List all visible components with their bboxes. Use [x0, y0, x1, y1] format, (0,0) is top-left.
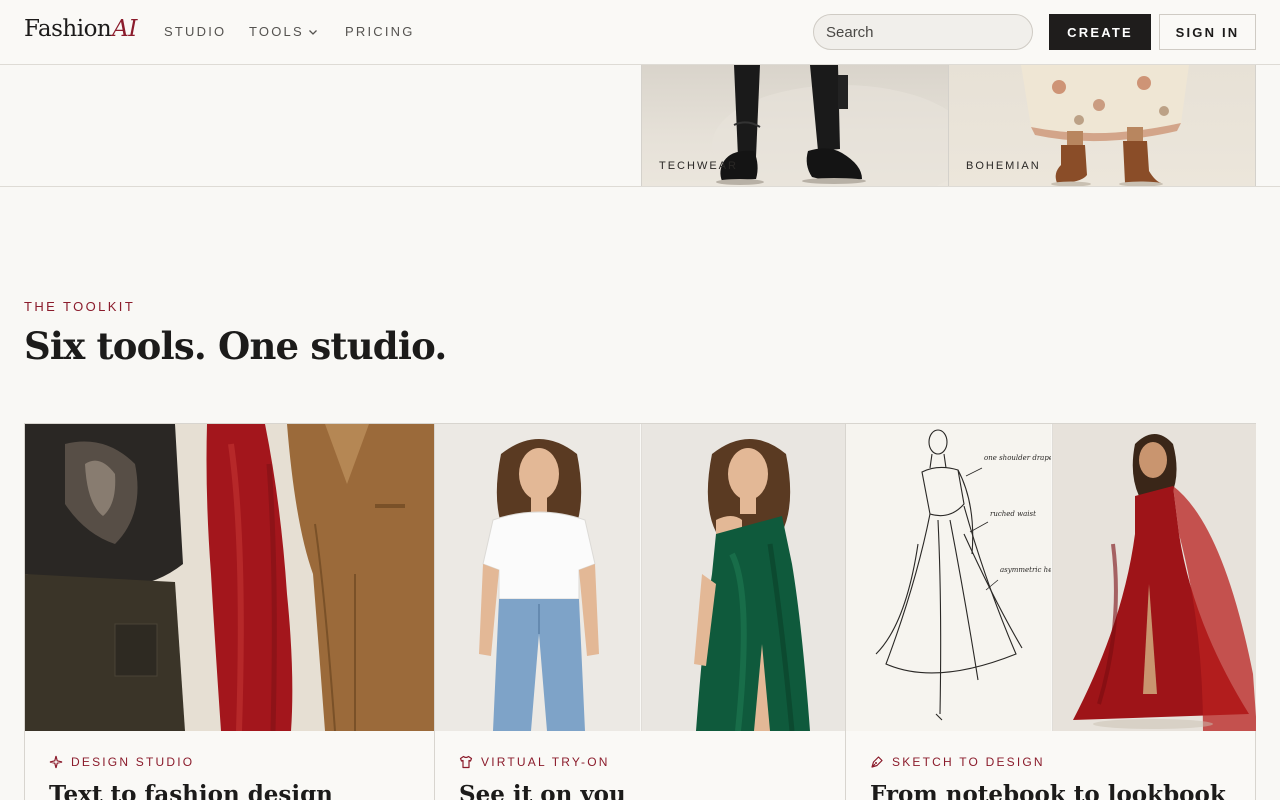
create-button[interactable]: CREATE [1049, 14, 1151, 50]
virtual-try-on-image [435, 424, 845, 731]
top-navigation-bar: FashionAI STUDIO TOOLS PRICING CREATE SI… [0, 0, 1280, 65]
card-tag: DESIGN STUDIO [49, 755, 333, 769]
sketch-to-design-image: one shoulder drape ruched waist asymmetr… [846, 424, 1256, 731]
card-title: From notebook to lookbook [870, 781, 1226, 800]
sketch-note: asymmetric hem [1000, 566, 1051, 574]
card-body: VIRTUAL TRY-ON See it on you [459, 755, 626, 800]
card-body: SKETCH TO DESIGN From notebook to lookbo… [870, 755, 1226, 800]
tool-card-design-studio[interactable]: DESIGN STUDIO Text to fashion design [25, 424, 435, 800]
brand-logo[interactable]: FashionAI [24, 16, 137, 42]
sparkle-icon [49, 755, 63, 769]
card-body: DESIGN STUDIO Text to fashion design [49, 755, 333, 800]
tile-label-techwear: TECHWEAR [659, 160, 738, 172]
logo-accent: AI [112, 16, 137, 42]
section-eyebrow: THE TOOLKIT [24, 299, 136, 314]
try-on-after-photo [641, 424, 845, 731]
card-title: See it on you [459, 781, 626, 800]
hero-style-strip: TECHWEAR BOHEMIAN [0, 65, 1280, 187]
card-tag: VIRTUAL TRY-ON [459, 755, 626, 769]
tool-card-virtual-try-on[interactable]: VIRTUAL TRY-ON See it on you [435, 424, 846, 800]
tool-card-sketch-to-design[interactable]: one shoulder drape ruched waist asymmetr… [846, 424, 1256, 800]
style-tile-bohemian[interactable]: BOHEMIAN [948, 65, 1256, 186]
style-tile-techwear[interactable]: TECHWEAR [641, 65, 948, 186]
sketch-note: ruched waist [990, 510, 1036, 518]
try-on-before-photo [435, 424, 640, 731]
sketch-note: one shoulder drape [984, 454, 1051, 462]
design-result-photo [1052, 424, 1256, 731]
shirt-icon [459, 755, 473, 769]
section-title: Six tools. One studio. [24, 324, 447, 368]
card-tag-label: SKETCH TO DESIGN [892, 755, 1045, 769]
sketch-photo: one shoulder drape ruched waist asymmetr… [846, 424, 1051, 731]
search-input[interactable] [813, 14, 1033, 50]
nav-tools-label: TOOLS [249, 24, 304, 39]
card-title: Text to fashion design [49, 781, 333, 800]
card-tag-label: VIRTUAL TRY-ON [481, 755, 610, 769]
nav-pricing-link[interactable]: PRICING [345, 24, 415, 39]
chevron-down-icon [308, 29, 317, 35]
card-tag: SKETCH TO DESIGN [870, 755, 1226, 769]
sign-in-button[interactable]: SIGN IN [1159, 14, 1256, 50]
tile-label-bohemian: BOHEMIAN [966, 160, 1041, 172]
tool-cards-grid: DESIGN STUDIO Text to fashion design VIR… [24, 423, 1256, 800]
nav-tools-dropdown[interactable]: TOOLS [249, 24, 318, 39]
nav-studio-link[interactable]: STUDIO [164, 24, 226, 39]
logo-wordmark: Fashion [24, 16, 112, 42]
card-tag-label: DESIGN STUDIO [71, 755, 195, 769]
pen-tool-icon [871, 756, 883, 768]
design-studio-image [25, 424, 434, 731]
